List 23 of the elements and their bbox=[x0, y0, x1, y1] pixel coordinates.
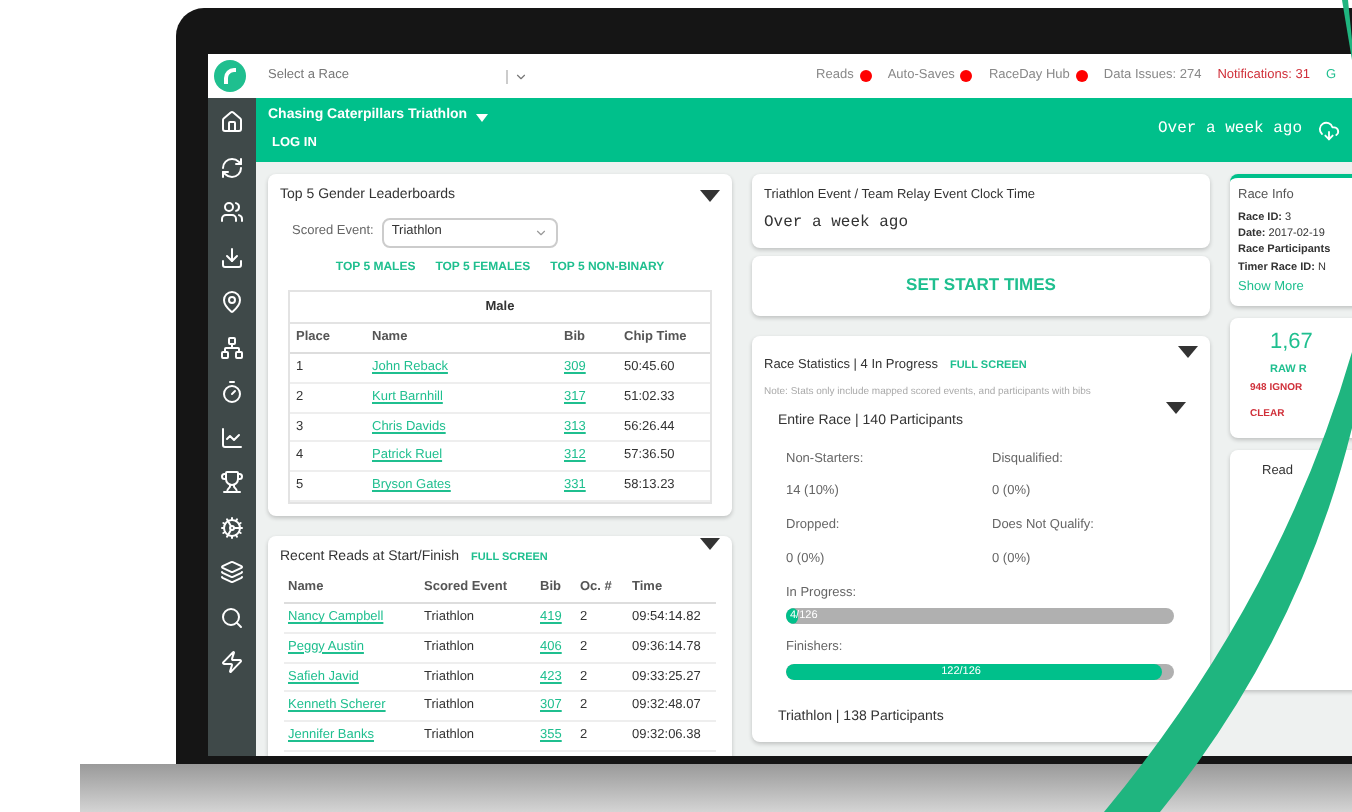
hierarchy-icon[interactable] bbox=[220, 335, 244, 359]
raw-reads-count: 1,67 bbox=[1270, 327, 1315, 357]
layers-icon[interactable] bbox=[220, 560, 244, 584]
download-icon[interactable] bbox=[220, 245, 244, 269]
line-chart-icon[interactable] bbox=[220, 425, 244, 449]
chevron-down-icon bbox=[533, 225, 548, 239]
last-updated-text: Over a week ago bbox=[1157, 118, 1302, 142]
chevron-down-icon bbox=[514, 69, 528, 83]
search-icon[interactable] bbox=[220, 605, 244, 629]
collapse-triangle-icon[interactable] bbox=[700, 190, 720, 203]
dropdown-triangle-icon bbox=[475, 113, 488, 122]
lightning-icon[interactable] bbox=[220, 650, 244, 674]
map-pin-icon[interactable] bbox=[220, 290, 244, 314]
clock-time-text: Over a week ago bbox=[764, 211, 911, 236]
trophy-icon[interactable] bbox=[220, 470, 244, 494]
logo-icon bbox=[214, 60, 246, 92]
timer-icon[interactable] bbox=[220, 380, 244, 404]
people-icon[interactable] bbox=[220, 200, 244, 224]
refresh-icon[interactable] bbox=[220, 155, 244, 179]
thin-stripe bbox=[1342, 0, 1352, 60]
home-icon[interactable] bbox=[220, 110, 244, 134]
set-start-times-button[interactable]: SET START TIMES bbox=[752, 255, 1210, 316]
settings-icon[interactable] bbox=[220, 515, 244, 539]
